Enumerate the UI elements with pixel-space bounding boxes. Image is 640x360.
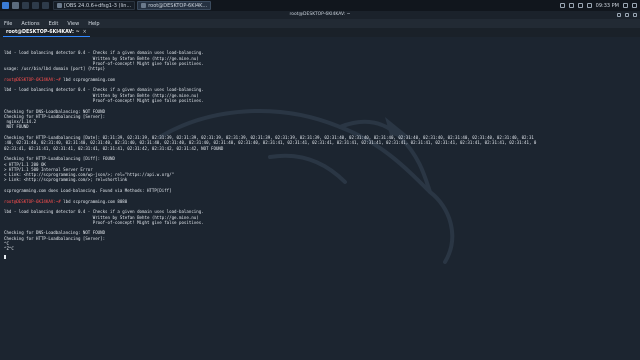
- taskbar-item-terminal[interactable]: root@DESKTOP-6KI4K...: [137, 1, 212, 10]
- line-text: [4, 151, 6, 156]
- notification-icon[interactable]: [568, 3, 574, 8]
- window-titlebar[interactable]: root@DESKTOP-6KI4KAV: ~: [0, 11, 640, 19]
- terminal-view[interactable]: lbd - load balancing detector 0.4 - Chec…: [0, 37, 640, 360]
- clock[interactable]: 09:33 PM: [596, 3, 619, 9]
- line-text: Proof-of-concept! Might give false posit…: [4, 219, 204, 225]
- workspace-4-icon[interactable]: [42, 2, 49, 9]
- line-text: scprogramming.com does Load-balancing. F…: [4, 188, 172, 194]
- menu-edit[interactable]: Edit: [49, 21, 59, 27]
- maximize-icon[interactable]: [625, 13, 629, 17]
- obs-icon: [57, 3, 62, 8]
- line-text: Written by Stefan Behte (http://ge.mine.…: [4, 55, 199, 61]
- volume-icon[interactable]: [577, 3, 583, 8]
- line-text: NOT FOUND: [4, 124, 29, 130]
- line-text: [4, 204, 6, 209]
- taskbar-item-label: [OBS 24.0.6+dfsg1-3 (lin...: [64, 2, 132, 9]
- prompt-host: root@DESKTOP-6KI4KAV:~#: [4, 76, 61, 82]
- menu-actions[interactable]: Actions: [21, 21, 39, 27]
- line-text: > HTTP/1.1 500 Internal Server Error: [4, 166, 93, 172]
- menu-file[interactable]: File: [4, 21, 12, 27]
- line-text: > Link: <http://scprogramming.com/>; rel…: [4, 177, 128, 183]
- tab-label: root@DESKTOP-6KI4KAV: ~: [6, 29, 80, 35]
- line-text: Checking for DNS-Loadbalancing: NOT FOUN…: [4, 108, 106, 114]
- line-text: ^C: [4, 240, 9, 246]
- menu-bar: File Actions Edit View Help: [0, 19, 640, 28]
- line-text: Proof-of-concept! Might give false posit…: [4, 97, 204, 103]
- prompt-host: root@DESKTOP-6KI4KAV:~#: [4, 198, 61, 204]
- terminal-cursor: [4, 255, 6, 259]
- taskbar-item-obs[interactable]: [OBS 24.0.6+dfsg1-3 (lin...: [53, 1, 136, 10]
- line-text: Checking for HTTP-Loadbalancing [Diff]: …: [4, 156, 115, 162]
- battery-icon[interactable]: [586, 3, 592, 8]
- line-text: [4, 82, 6, 87]
- line-text: :40, 02:31:40, 02:31:40, 02:31:40, 02:31…: [4, 140, 537, 146]
- line-text: Checking for HTTP-Loadbalancing [Date]: …: [4, 135, 534, 141]
- window-controls: [617, 11, 637, 19]
- terminal-line: ^Z^C: [4, 246, 636, 251]
- line-text: lbd scprogramming.com: [60, 76, 115, 82]
- line-text: Checking for HTTP-Loadbalancing [Server]…: [4, 113, 106, 119]
- minimize-icon[interactable]: [617, 13, 621, 17]
- line-text: < HTTP/1.1 200 OK: [4, 161, 46, 167]
- line-text: Checking for DNS-Loadbalancing: NOT FOUN…: [4, 230, 106, 236]
- power-icon[interactable]: [632, 3, 637, 8]
- line-text: lbd - load balancing detector 0.4 - Chec…: [4, 87, 204, 93]
- menu-help[interactable]: Help: [88, 21, 99, 27]
- tab-close-icon[interactable]: ×: [83, 30, 87, 35]
- system-tray: 09:33 PM: [559, 0, 637, 11]
- top-panel: [OBS 24.0.6+dfsg1-3 (lin... root@DESKTOP…: [0, 0, 640, 11]
- line-text: [4, 71, 6, 76]
- menu-view[interactable]: View: [67, 21, 79, 27]
- line-text: [4, 130, 6, 135]
- lock-icon[interactable]: [623, 3, 628, 8]
- line-text: lbd scprogramming.com 8080: [60, 198, 128, 204]
- line-text: 02:31:41, 02:31:41, 02:31:41, 02:31:41, …: [4, 145, 224, 151]
- line-text: usage: /usr/bin/lbd domain [port] {https…: [4, 66, 106, 72]
- line-text: lbd - load balancing detector 0.4 - Chec…: [4, 209, 204, 215]
- workspace-2-icon[interactable]: [22, 2, 29, 9]
- window-title: root@DESKTOP-6KI4KAV: ~: [289, 12, 351, 17]
- app-launchers: [0, 2, 49, 9]
- taskbar: [OBS 24.0.6+dfsg1-3 (lin... root@DESKTOP…: [53, 1, 212, 10]
- line-text: [4, 183, 6, 188]
- line-text: Checking for HTTP-Loadbalancing [Server]…: [4, 235, 106, 241]
- tab-terminal[interactable]: root@DESKTOP-6KI4KAV: ~ ×: [3, 28, 90, 37]
- workspace-3-icon[interactable]: [32, 2, 39, 9]
- line-text: < Link: <http://scprogramming.com/wp-jso…: [4, 172, 175, 178]
- line-text: [4, 45, 6, 50]
- line-text: Written by Stefan Behte (http://ge.mine.…: [4, 92, 199, 98]
- line-text: [4, 225, 6, 230]
- line-text: ^Z^C: [4, 246, 14, 252]
- line-text: nginx/1.14.2: [4, 119, 37, 125]
- tab-bar: root@DESKTOP-6KI4KAV: ~ ×: [0, 28, 640, 37]
- kali-menu-icon[interactable]: [2, 2, 9, 9]
- line-text: [4, 193, 6, 198]
- line-text: lbd - load balancing detector 0.4 - Chec…: [4, 50, 204, 56]
- line-text: Proof-of-concept! Might give false posit…: [4, 60, 204, 66]
- line-text: [4, 103, 6, 108]
- taskbar-item-label: root@DESKTOP-6KI4K...: [148, 2, 208, 9]
- line-text: Written by Stefan Behte (http://ge.mine.…: [4, 214, 199, 220]
- close-icon[interactable]: [633, 13, 637, 17]
- terminal-icon: [141, 3, 147, 8]
- workspace-1-icon[interactable]: [12, 2, 19, 9]
- network-icon[interactable]: [559, 3, 565, 8]
- terminal-output: lbd - load balancing detector 0.4 - Chec…: [4, 45, 636, 252]
